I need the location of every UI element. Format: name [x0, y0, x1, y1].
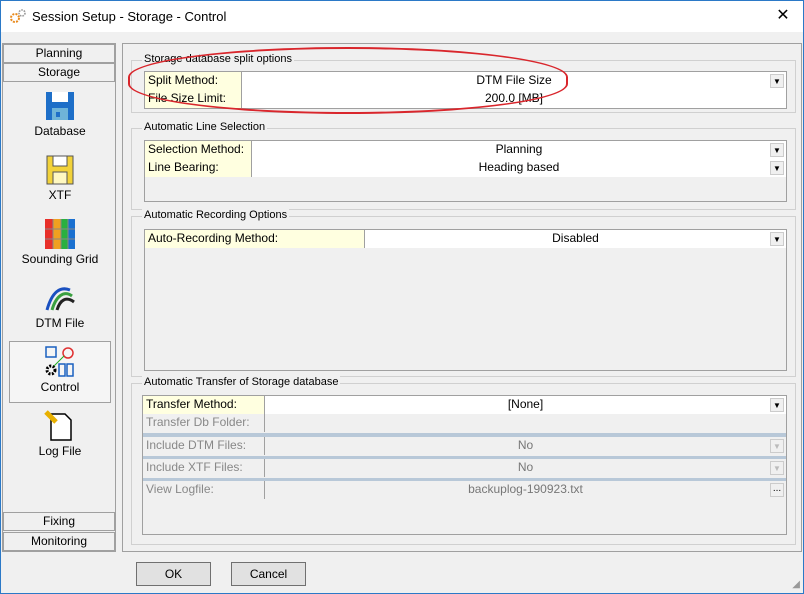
sidebar-item-sounding-grid[interactable]: Sounding Grid [9, 214, 111, 276]
ok-button[interactable]: OK [136, 562, 211, 586]
include-xtf-row: Include XTF Files: No ▼ [143, 459, 786, 477]
file-size-input[interactable]: 200.0 [MB] [242, 90, 786, 108]
line-bearing-select[interactable]: Heading based [252, 159, 786, 177]
view-logfile-row[interactable]: View Logfile: backuplog-190923.txt... [143, 481, 786, 499]
sidebar-item-control[interactable]: Control [9, 341, 111, 403]
field-label: Include DTM Files: [143, 437, 265, 455]
sidebar-item-xtf[interactable]: XTF [9, 150, 111, 212]
sidebar-item-label: Sounding Grid [21, 252, 99, 266]
field-label: Line Bearing: [145, 159, 252, 177]
split-method-row[interactable]: Split Method: DTM File Size ▼ [145, 72, 786, 90]
transfer-method-select[interactable]: [None] [265, 396, 786, 414]
field-label: File Size Limit: [145, 90, 242, 108]
content-panel: Storage database split options Split Met… [122, 43, 802, 552]
group-title: Automatic Recording Options [142, 209, 290, 221]
selection-method-select[interactable]: Planning [252, 141, 786, 159]
sidebar-item-log-file[interactable]: Log File [9, 406, 111, 468]
log-file-icon [44, 410, 72, 441]
control-gear-icon [45, 346, 74, 377]
browse-button[interactable]: ... [770, 483, 784, 497]
tab-fixing[interactable]: Fixing [3, 512, 115, 531]
field-label: Split Method: [145, 72, 242, 90]
chevron-down-icon: ▼ [770, 461, 784, 475]
floppy-disk-icon [46, 92, 74, 120]
chevron-down-icon[interactable]: ▼ [770, 232, 784, 246]
dtm-wave-icon [45, 287, 75, 311]
transfer-folder-row: Transfer Db Folder: [143, 414, 786, 432]
tab-storage[interactable]: Storage [3, 63, 115, 82]
auto-recording-row[interactable]: Auto-Recording Method: Disabled ▼ [145, 230, 786, 248]
field-label: Auto-Recording Method: [145, 230, 365, 248]
transfer-group: Automatic Transfer of Storage database T… [131, 376, 796, 545]
field-label: Selection Method: [145, 141, 252, 159]
tab-planning[interactable]: Planning [3, 44, 115, 63]
sidebar-item-label: Database [34, 124, 86, 138]
field-label: Transfer Method: [143, 396, 265, 414]
chevron-down-icon[interactable]: ▼ [770, 161, 784, 175]
field-label: Include XTF Files: [143, 459, 265, 477]
include-xtf-select: No [265, 459, 786, 477]
close-button[interactable]: ✕ [763, 1, 803, 32]
logfile-value: backuplog-190923.txt [265, 481, 786, 499]
tab-monitoring[interactable]: Monitoring [3, 532, 115, 551]
sidebar-item-label: Control [40, 380, 80, 394]
recording-options-group: Automatic Recording Options Auto-Recordi… [131, 209, 796, 377]
line-bearing-row[interactable]: Line Bearing: Heading based ▼ [145, 159, 786, 177]
gears-icon [10, 9, 26, 23]
cancel-button[interactable]: Cancel [231, 562, 306, 586]
split-method-select[interactable]: DTM File Size [242, 72, 786, 90]
field-label: View Logfile: [143, 481, 265, 499]
sidebar: Planning Storage Database XTF Sounding G… [2, 43, 116, 552]
line-selection-group: Automatic Line Selection Selection Metho… [131, 121, 796, 210]
transfer-method-row[interactable]: Transfer Method: [None] ▼ [143, 396, 786, 414]
include-dtm-row: Include DTM Files: No ▼ [143, 437, 786, 455]
group-title: Storage database split options [142, 53, 294, 65]
file-size-row[interactable]: File Size Limit: 200.0 [MB] [145, 90, 786, 108]
group-title: Automatic Transfer of Storage database [142, 376, 341, 388]
split-options-group: Storage database split options Split Met… [131, 53, 796, 113]
sidebar-item-label: Log File [38, 444, 82, 458]
sidebar-item-label: DTM File [35, 316, 85, 330]
window-title: Session Setup - Storage - Control [32, 9, 227, 24]
chevron-down-icon[interactable]: ▼ [770, 74, 784, 88]
title-bar: Session Setup - Storage - Control ✕ [1, 1, 803, 32]
field-label: Transfer Db Folder: [143, 414, 265, 432]
auto-recording-select[interactable]: Disabled [365, 230, 786, 248]
resize-grip-icon[interactable]: ◢ [792, 579, 800, 590]
chevron-down-icon[interactable]: ▼ [770, 398, 784, 412]
sidebar-item-dtm-file[interactable]: DTM File [9, 278, 111, 340]
sidebar-item-database[interactable]: Database [9, 86, 111, 148]
group-title: Automatic Line Selection [142, 121, 268, 133]
chevron-down-icon: ▼ [770, 439, 784, 453]
floppy-yellow-icon [46, 155, 74, 185]
color-grid-icon [45, 219, 75, 249]
sidebar-item-label: XTF [48, 188, 72, 202]
include-dtm-select: No [265, 437, 786, 455]
selection-method-row[interactable]: Selection Method: Planning ▼ [145, 141, 786, 159]
transfer-folder-input [265, 414, 786, 432]
chevron-down-icon[interactable]: ▼ [770, 143, 784, 157]
